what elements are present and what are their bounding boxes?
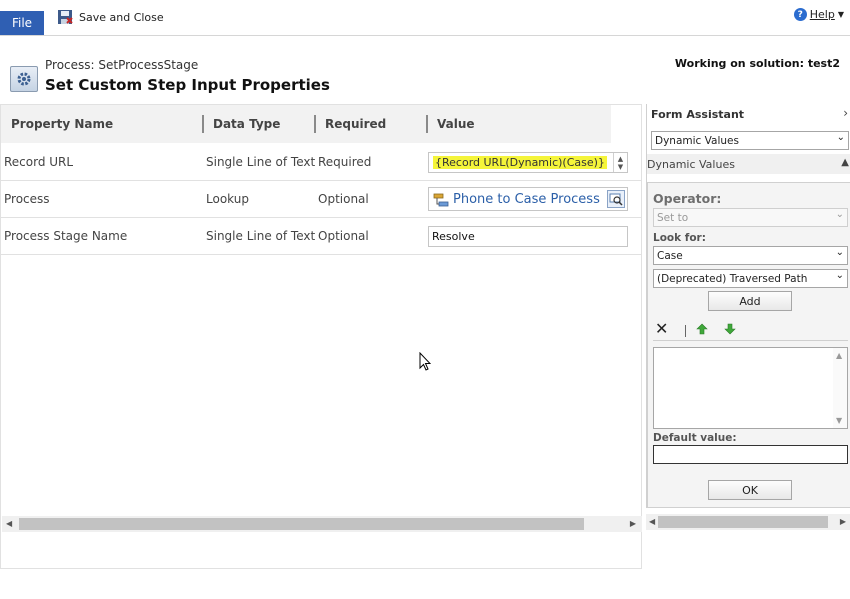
dynamic-values-section-header[interactable]: Dynamic Values ▲: [647, 154, 850, 174]
scroll-right-icon[interactable]: ▶: [840, 517, 846, 526]
help-menu[interactable]: ? Help ▼: [793, 8, 844, 21]
list-vertical-scrollbar[interactable]: ▲ ▼: [833, 348, 847, 428]
table-row: Process Stage Name Single Line of Text O…: [1, 218, 641, 255]
lookup-icon[interactable]: [607, 190, 625, 208]
chevron-down-icon: ⌄: [836, 132, 845, 143]
list-toolbar: ✕: [653, 319, 848, 341]
default-value-label: Default value:: [653, 432, 737, 444]
required-status: Optional: [318, 192, 369, 206]
toolbar-divider: [685, 325, 686, 337]
property-name: Record URL: [4, 155, 74, 169]
column-header-value[interactable]: Value: [437, 105, 475, 143]
help-label: Help: [809, 8, 835, 21]
save-and-close-button[interactable]: Save and Close: [57, 7, 164, 27]
add-button[interactable]: Add: [708, 291, 792, 311]
column-header-data-type[interactable]: Data Type: [213, 105, 280, 143]
form-assistant: Form Assistant › Dynamic Values ⌄ Dynami…: [646, 104, 850, 508]
move-up-icon[interactable]: [696, 323, 708, 335]
collapse-up-icon[interactable]: ▲: [841, 157, 849, 168]
dynamic-value-token[interactable]: {Record URL(Dynamic)(Case)}: [433, 156, 607, 169]
dropdown-caret-icon: ▼: [837, 10, 844, 19]
scroll-left-icon[interactable]: ◀: [6, 519, 12, 528]
operator-value: Set to: [657, 211, 689, 224]
grid-header: Property Name Data Type Required Value: [1, 105, 611, 143]
process-entity-icon: [433, 193, 449, 207]
mouse-cursor-icon: [419, 352, 431, 371]
column-divider: [426, 115, 428, 133]
operator-select[interactable]: Set to ⌄: [653, 208, 848, 227]
process-gear-icon: [10, 66, 38, 92]
look-for-label: Look for:: [653, 232, 706, 244]
file-button[interactable]: File: [0, 11, 44, 35]
form-assistant-title: Form Assistant: [651, 108, 745, 121]
look-for-field-select[interactable]: (Deprecated) Traversed Path ⌄: [653, 269, 848, 288]
property-name: Process: [4, 192, 50, 206]
scroll-left-icon[interactable]: ◀: [649, 517, 655, 526]
solution-label: Working on solution: test2: [674, 57, 840, 70]
default-value-input[interactable]: [653, 445, 848, 464]
look-for-value: Case: [657, 249, 683, 262]
dynamic-values-list[interactable]: ▲ ▼: [653, 347, 848, 429]
remove-icon[interactable]: ✕: [655, 319, 668, 338]
data-type: Single Line of Text: [206, 229, 316, 243]
scroll-down-icon[interactable]: ▼: [836, 416, 842, 425]
required-status: Optional: [318, 229, 369, 243]
scroll-right-icon[interactable]: ▶: [630, 519, 636, 528]
data-type: Lookup: [206, 192, 249, 206]
properties-grid: Property Name Data Type Required Value R…: [0, 104, 642, 569]
ribbon: File Save and Close ? Help ▼: [0, 0, 850, 36]
dynamic-values-panel: Operator: Set to ⌄ Look for: Case ⌄ (Dep…: [647, 182, 850, 508]
process-name: Process: SetProcessStage: [45, 58, 199, 72]
save-and-close-label: Save and Close: [79, 10, 164, 24]
ok-button[interactable]: OK: [708, 480, 792, 500]
mode-select[interactable]: Dynamic Values ⌄: [651, 131, 849, 150]
column-header-property-name[interactable]: Property Name: [11, 105, 113, 143]
process-stage-name-input[interactable]: Resolve: [428, 226, 628, 247]
record-url-value-field[interactable]: {Record URL(Dynamic)(Case)} ▲ ▼: [428, 152, 628, 173]
chevron-down-icon: ⌄: [835, 247, 844, 258]
look-for-entity-select[interactable]: Case ⌄: [653, 246, 848, 265]
section-label: Dynamic Values: [647, 157, 735, 171]
collapse-chevron-icon[interactable]: ›: [843, 106, 848, 120]
scroll-up-icon[interactable]: ▲: [836, 351, 842, 360]
chevron-down-icon: ⌄: [835, 270, 844, 281]
help-icon: ?: [793, 8, 807, 21]
column-header-required[interactable]: Required: [325, 105, 386, 143]
column-divider: [202, 115, 204, 133]
operator-label: Operator:: [653, 191, 722, 206]
column-divider: [314, 115, 316, 133]
process-lookup-field[interactable]: Phone to Case Process: [428, 187, 628, 211]
assistant-horizontal-scrollbar[interactable]: ◀ ▶: [646, 514, 850, 530]
process-link[interactable]: Phone to Case Process: [453, 192, 600, 207]
save-close-icon: [58, 10, 73, 24]
move-down-icon[interactable]: [724, 323, 736, 335]
value-spinner[interactable]: ▲ ▼: [613, 153, 627, 172]
mode-select-value: Dynamic Values: [655, 134, 739, 147]
table-row: Record URL Single Line of Text Required …: [1, 144, 641, 181]
data-type: Single Line of Text: [206, 155, 316, 169]
property-name: Process Stage Name: [4, 229, 128, 243]
scrollbar-thumb[interactable]: [658, 516, 828, 528]
page-title: Set Custom Step Input Properties: [45, 76, 330, 94]
look-for-field-value: (Deprecated) Traversed Path: [657, 272, 808, 285]
spin-down-icon[interactable]: ▼: [618, 163, 623, 171]
chevron-down-icon: ⌄: [835, 209, 844, 220]
required-status: Required: [318, 155, 372, 169]
spin-up-icon[interactable]: ▲: [618, 155, 623, 163]
table-row: Process Lookup Optional Phone to Case Pr…: [1, 181, 641, 218]
grid-horizontal-scrollbar[interactable]: ◀ ▶: [2, 516, 642, 532]
scrollbar-thumb[interactable]: [19, 518, 584, 530]
